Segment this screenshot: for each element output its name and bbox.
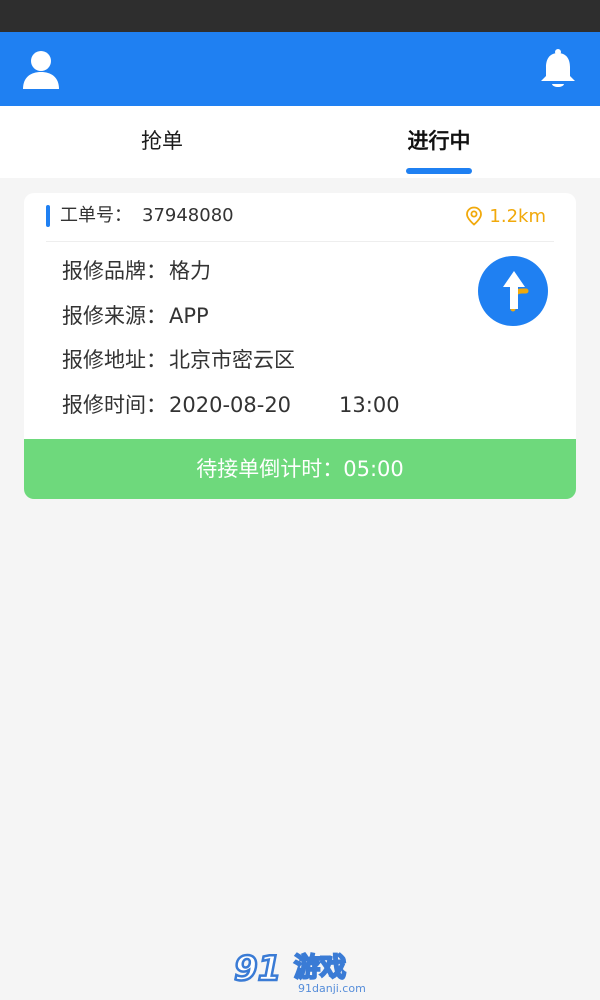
countdown-banner: 待接单倒计时：05:00 xyxy=(24,439,576,499)
order-card[interactable]: 工单号： 37948080 1.2km 报修品牌：格力 报修来源：APP 报修地… xyxy=(24,193,576,499)
active-tab-indicator xyxy=(406,168,472,174)
notifications-button[interactable] xyxy=(538,48,578,90)
watermark-logo: 91 游戏 91danji.com xyxy=(232,946,368,996)
field-time: 报修时间：2020-08-20 13:00 xyxy=(62,390,400,420)
field-brand-label: 报修品牌： xyxy=(62,259,167,283)
field-address: 报修地址：北京市密云区 xyxy=(62,345,295,375)
svg-text:91: 91 xyxy=(234,949,281,984)
accent-bar xyxy=(46,205,50,227)
bell-icon xyxy=(541,49,575,87)
field-brand-value: 格力 xyxy=(169,259,211,283)
svg-text:游戏: 游戏 xyxy=(294,953,346,983)
tab-bar: 抢单 进行中 xyxy=(0,106,600,178)
status-bar xyxy=(0,0,600,32)
app-header xyxy=(0,32,600,106)
order-number: 37948080 xyxy=(142,205,234,226)
watermark-logo-icon: 91 游戏 xyxy=(233,948,347,991)
field-source-value: APP xyxy=(169,304,209,328)
user-profile-button[interactable] xyxy=(20,50,62,90)
watermark-site: 91danji.com xyxy=(298,982,366,995)
field-time-date: 2020-08-20 xyxy=(169,393,292,417)
tab-grab-order[interactable]: 抢单 xyxy=(82,106,242,178)
order-card-header: 工单号： 37948080 1.2km xyxy=(24,193,576,241)
field-address-label: 报修地址： xyxy=(62,348,167,372)
user-icon xyxy=(23,51,59,89)
distance-value: 1.2km xyxy=(489,205,546,227)
navigation-arrow-icon xyxy=(503,271,529,312)
divider xyxy=(46,241,554,242)
field-address-value: 北京市密云区 xyxy=(169,348,295,372)
field-source: 报修来源：APP xyxy=(62,301,209,331)
field-source-label: 报修来源： xyxy=(62,304,167,328)
distance: 1.2km xyxy=(465,203,546,229)
field-time-label: 报修时间： xyxy=(62,393,167,417)
location-pin-icon xyxy=(466,206,483,226)
field-time-clock: 13:00 xyxy=(339,393,400,417)
order-number-label: 工单号： xyxy=(60,205,132,226)
field-brand: 报修品牌：格力 xyxy=(62,256,211,286)
navigate-button[interactable] xyxy=(478,256,548,326)
